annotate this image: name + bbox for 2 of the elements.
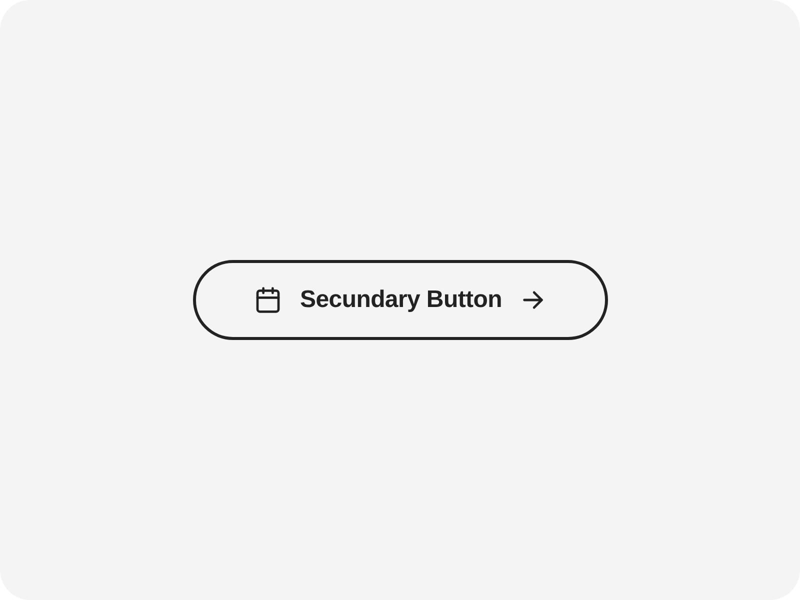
secondary-button[interactable]: Secundary Button bbox=[192, 260, 608, 340]
calendar-icon bbox=[254, 286, 282, 314]
